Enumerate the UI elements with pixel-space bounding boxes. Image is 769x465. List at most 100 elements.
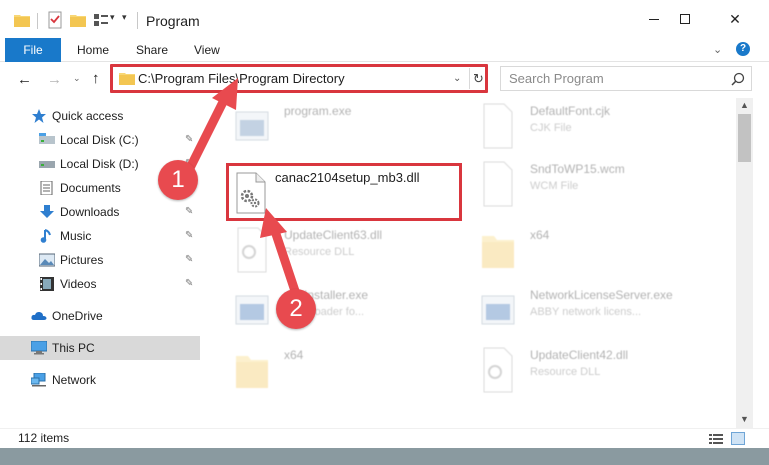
pin-icon: ✎ (185, 278, 194, 289)
sidebar-item-local-disk-c[interactable]: Local Disk (C:) ✎ (0, 128, 200, 152)
search-placeholder[interactable]: Search Program (509, 71, 604, 86)
scrollbar-thumb[interactable] (738, 114, 751, 162)
sidebar-item-label: OneDrive (52, 309, 103, 323)
sidebar-item-label: Videos (60, 277, 97, 291)
exe-file-icon (481, 295, 515, 325)
item-count: 112 items (18, 431, 70, 445)
sidebar-item-label: Documents (60, 181, 121, 195)
file-name: x64 (284, 348, 304, 362)
desktop-background (0, 448, 769, 465)
close-icon: ✕ (729, 11, 741, 27)
file-name: NetworkLicenseServer.exe (530, 288, 673, 302)
sidebar-item-label: Local Disk (C:) (60, 133, 139, 147)
file-item[interactable]: SndToWP15.wcm WCM File (478, 160, 728, 220)
recent-locations-icon[interactable]: ⌄ (73, 73, 81, 84)
file-type: Resource DLL (284, 246, 355, 258)
tiles-view-icon[interactable] (731, 432, 745, 445)
maximize-icon (680, 14, 690, 24)
drive-icon (39, 161, 55, 168)
file-item[interactable]: mmInstaller.exe Downloader fo... (232, 286, 482, 346)
pin-icon: ✎ (185, 206, 194, 217)
maximize-button[interactable] (662, 4, 708, 34)
sidebar-item-downloads[interactable]: Downloads ✎ (0, 200, 200, 224)
new-folder-icon[interactable] (70, 13, 86, 27)
file-item[interactable]: x64 (478, 226, 728, 286)
expand-ribbon-icon[interactable]: ⌄ (713, 43, 722, 56)
refresh-icon[interactable]: ↻ (469, 68, 487, 89)
file-name: SndToWP15.wcm (530, 162, 625, 176)
dll-file-icon (483, 347, 513, 393)
close-button[interactable]: ✕ (712, 4, 758, 34)
videos-icon (40, 277, 54, 291)
file-item[interactable]: UpdateClient63.dll Resource DLL (232, 226, 482, 286)
sidebar-item-label: This PC (52, 341, 95, 355)
back-arrow-icon[interactable]: ← (17, 71, 32, 88)
file-name: program.exe (284, 104, 352, 118)
sidebar-item-onedrive[interactable]: OneDrive (0, 304, 200, 328)
tab-view[interactable]: View (194, 38, 220, 62)
search-box[interactable]: Search Program (500, 66, 752, 91)
navigation-bar: ← → ⌄ ↑ C:\Program Files\Program Directo… (0, 62, 769, 96)
folder-icon (14, 15, 30, 27)
view-options-icon[interactable] (94, 14, 108, 26)
file-name: x64 (530, 228, 550, 242)
scroll-down-icon[interactable]: ▼ (740, 414, 749, 424)
search-icon[interactable] (731, 72, 745, 86)
sidebar-item-label: Music (60, 229, 92, 243)
pin-icon: ✎ (185, 230, 194, 241)
ribbon: File Home Share View ⌄ ? (0, 38, 769, 62)
sidebar-item-network[interactable]: Network (0, 368, 200, 392)
status-bar: 112 items (0, 428, 769, 448)
minimize-icon (649, 19, 659, 20)
tab-share[interactable]: Share (136, 38, 168, 62)
view-dropdown-icon[interactable]: ▾ (110, 12, 115, 23)
address-path[interactable]: C:\Program Files\Program Directory (138, 71, 345, 86)
address-bar[interactable]: C:\Program Files\Program Directory ⌄ ↻ (112, 66, 488, 91)
sidebar-item-quick-access[interactable]: Quick access (0, 104, 200, 128)
properties-icon[interactable] (48, 11, 62, 29)
highlighted-dll-file[interactable]: canac2104setup_mb3.dll (226, 163, 462, 221)
exe-file-icon (235, 111, 269, 141)
folder-icon (482, 236, 514, 268)
sidebar-item-label: Downloads (60, 205, 120, 219)
up-arrow-icon[interactable]: ↑ (92, 70, 100, 87)
help-icon[interactable]: ? (736, 42, 750, 56)
sidebar-item-label: Quick access (52, 109, 124, 123)
exe-file-icon (235, 295, 269, 325)
toolbar-separator (37, 13, 38, 29)
computer-icon (31, 341, 47, 355)
step-badge-2: 2 (276, 289, 316, 329)
file-list: program.exe DefaultFont.cjk CJK File Snd… (200, 98, 736, 428)
document-file-icon (483, 161, 513, 207)
file-type: Resource DLL (530, 366, 601, 378)
tab-home[interactable]: Home (77, 38, 109, 62)
sidebar-item-label: Local Disk (D:) (60, 157, 139, 171)
file-name: UpdateClient63.dll (284, 228, 383, 242)
file-item[interactable]: NetworkLicenseServer.exe ABBY network li… (478, 286, 728, 346)
file-item[interactable]: program.exe (232, 102, 482, 162)
pin-icon: ✎ (185, 134, 194, 145)
document-file-icon (483, 103, 513, 149)
details-view-icon[interactable] (709, 433, 723, 445)
cloud-icon (31, 311, 47, 320)
forward-arrow-icon[interactable]: → (47, 71, 62, 88)
file-item[interactable]: UpdateClient42.dll Resource DLL (478, 346, 728, 406)
sidebar-item-pictures[interactable]: Pictures ✎ (0, 248, 200, 272)
sidebar-item-this-pc[interactable]: This PC (0, 336, 200, 360)
dll-file-icon (237, 227, 267, 273)
scroll-up-icon[interactable]: ▲ (740, 100, 749, 110)
vertical-scrollbar[interactable]: ▲ ▼ (736, 98, 753, 428)
sidebar-item-videos[interactable]: Videos ✎ (0, 272, 200, 296)
file-item[interactable]: DefaultFont.cjk CJK File (478, 102, 728, 162)
customize-toolbar-icon[interactable]: ▾ (122, 12, 127, 23)
folder-icon (236, 356, 268, 388)
documents-icon (40, 181, 53, 195)
file-name: UpdateClient42.dll (530, 348, 629, 362)
tab-file[interactable]: File (5, 38, 61, 62)
file-type: ABBY network licens... (530, 306, 642, 318)
title-separator (137, 12, 138, 29)
address-dropdown-icon[interactable]: ⌄ (453, 73, 461, 84)
navigation-pane: Quick access Local Disk (C:) ✎ Local Dis… (0, 98, 200, 426)
sidebar-item-music[interactable]: Music ✎ (0, 224, 200, 248)
file-item[interactable]: x64 (232, 346, 482, 406)
